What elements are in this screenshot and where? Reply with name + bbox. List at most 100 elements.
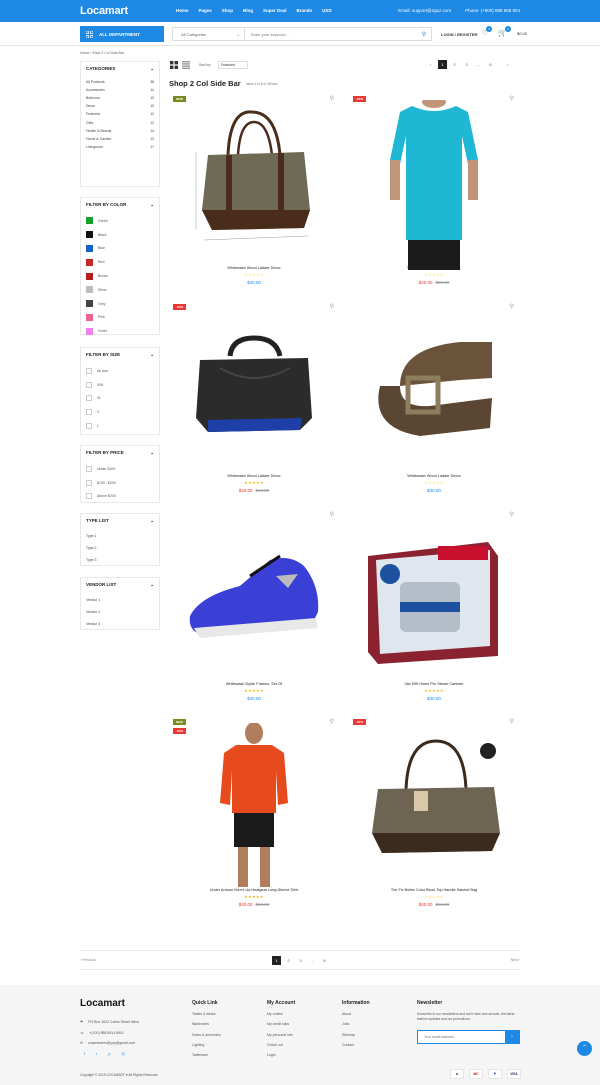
- product-image-sneaker[interactable]: [180, 516, 328, 686]
- product-card[interactable]: -10% ⚲ Whitewash Wood Ladder Decor ★★★★★…: [168, 300, 340, 500]
- product-image-belt[interactable]: [360, 308, 508, 478]
- category-item[interactable]: Decor 15: [86, 102, 154, 110]
- page-3[interactable]: 3: [296, 956, 305, 965]
- zoom-icon[interactable]: ⚲: [510, 718, 514, 725]
- checkbox[interactable]: [86, 465, 92, 472]
- login-register-link[interactable]: LOGIN / REGISTER: [441, 32, 477, 37]
- product-name[interactable]: Under Armour Men's Ua Heatgear Long-Slee…: [168, 888, 340, 892]
- product-image-black-bag[interactable]: [180, 308, 328, 478]
- category-select[interactable]: All Categories ⌄: [173, 28, 245, 40]
- list-view-icon[interactable]: [182, 61, 190, 69]
- color-option[interactable]: Green: [86, 214, 154, 228]
- checkbox[interactable]: [86, 479, 92, 486]
- footer-link[interactable]: Tables & desks: [192, 1012, 221, 1022]
- category-item[interactable]: Home & Garden 13: [86, 135, 154, 143]
- price-option[interactable]: Above $200: [86, 490, 154, 504]
- product-name[interactable]: Whitewash Wood Ladder Decor: [348, 266, 520, 270]
- twitter-icon[interactable]: t: [96, 1051, 97, 1056]
- vendor-option[interactable]: Vendor 3: [86, 618, 154, 630]
- chevron-down-icon[interactable]: ⌄: [150, 518, 154, 524]
- product-name[interactable]: The Fix Bolles Color Block Top Handle Sa…: [348, 888, 520, 892]
- category-item[interactable]: All Products 38: [86, 78, 154, 86]
- price-option[interactable]: $100 - $200: [86, 476, 154, 490]
- category-item[interactable]: Gifts 12: [86, 118, 154, 126]
- vendor-option[interactable]: Vendor 1: [86, 594, 154, 606]
- prev-page-icon[interactable]: ‹: [426, 60, 435, 69]
- next-link[interactable]: Next ›: [511, 958, 520, 962]
- page-3[interactable]: 3: [462, 60, 471, 69]
- color-option[interactable]: Grey: [86, 297, 154, 311]
- price-option[interactable]: Under $100: [86, 462, 154, 476]
- color-option[interactable]: Brown: [86, 269, 154, 283]
- page-6[interactable]: 6: [320, 956, 329, 965]
- chevron-down-icon[interactable]: ⌄: [150, 582, 154, 588]
- checkbox[interactable]: [86, 381, 92, 388]
- instagram-icon[interactable]: ◎: [121, 1051, 125, 1056]
- footer-link[interactable]: About: [342, 1012, 370, 1022]
- product-name[interactable]: Whitewash Wood Ladder Decor: [348, 474, 520, 478]
- product-card[interactable]: -10% ⚲ The Fix Bolles Color Block Top Ha…: [348, 715, 520, 915]
- product-card[interactable]: -10% ⚲ Whitewash Wood Ladder Decor ☆☆☆☆☆…: [348, 92, 520, 292]
- footer-link[interactable]: Tableware: [192, 1053, 221, 1063]
- product-name[interactable]: Whitewash Dylan Frames, Set Of: [168, 682, 340, 686]
- product-card[interactable]: ⚲ Whitewash Dylan Frames, Set Of ★★★★★ $…: [168, 508, 340, 708]
- cart-icon[interactable]: 🛒 0: [498, 26, 511, 37]
- nav-brands[interactable]: Brands: [297, 8, 313, 13]
- pinterest-icon[interactable]: p: [108, 1051, 110, 1056]
- footer-link[interactable]: Lighting: [192, 1043, 221, 1053]
- checkbox[interactable]: [86, 409, 92, 416]
- checkbox[interactable]: [86, 395, 92, 402]
- product-image-satchel-bag[interactable]: [360, 723, 508, 893]
- product-image-tshirt[interactable]: [360, 100, 508, 270]
- category-item[interactable]: Accessories 14: [86, 86, 154, 94]
- footer-link[interactable]: Jobs: [342, 1022, 370, 1032]
- color-option[interactable]: Black: [86, 228, 154, 242]
- category-item[interactable]: Featured 12: [86, 110, 154, 118]
- scroll-to-top-button[interactable]: ⌃: [577, 1041, 592, 1056]
- logo[interactable]: Locamart: [80, 5, 128, 17]
- chevron-down-icon[interactable]: ⌄: [150, 66, 154, 72]
- product-image-duffel-bag[interactable]: [180, 100, 328, 270]
- zoom-icon[interactable]: ⚲: [510, 303, 514, 310]
- nav-blog[interactable]: Blog: [243, 8, 253, 13]
- next-page-icon[interactable]: ›: [503, 60, 512, 69]
- product-name[interactable]: Whitewash Wood Ladder Decor: [168, 266, 340, 270]
- type-option[interactable]: Type 1: [86, 530, 154, 542]
- all-department-button[interactable]: ALL DEPARTMENT: [80, 26, 164, 42]
- size-option[interactable]: All size: [86, 364, 154, 378]
- chevron-down-icon[interactable]: ⌄: [150, 202, 154, 208]
- type-option[interactable]: Type 3: [86, 554, 154, 566]
- search-input[interactable]: [245, 31, 417, 37]
- product-card[interactable]: ⚲ Whitewash Wood Ladder Decor ☆☆☆☆☆ $40.…: [348, 300, 520, 500]
- nav-currency[interactable]: USD: [322, 8, 332, 13]
- product-name[interactable]: Vax 595 Home Pro Steam Canister: [348, 682, 520, 686]
- page-6[interactable]: 6: [486, 60, 495, 69]
- subscribe-arrow-icon[interactable]: ›: [505, 1031, 519, 1043]
- size-option[interactable]: L: [86, 419, 154, 433]
- size-option[interactable]: S/M: [86, 378, 154, 392]
- product-image-mens-shirt[interactable]: [180, 723, 328, 893]
- footer-link[interactable]: My credit slips: [267, 1022, 295, 1032]
- search-icon[interactable]: ⚲: [417, 31, 431, 38]
- footer-link[interactable]: Check out: [267, 1043, 295, 1053]
- color-option[interactable]: Red: [86, 255, 154, 269]
- zoom-icon[interactable]: ⚲: [330, 511, 334, 518]
- type-option[interactable]: Type 2: [86, 542, 154, 554]
- page-1[interactable]: 1: [272, 956, 281, 965]
- product-image-humidifier-box[interactable]: [360, 516, 508, 686]
- color-option[interactable]: Violet: [86, 324, 154, 338]
- checkbox[interactable]: [86, 367, 92, 374]
- footer-link[interactable]: Contact: [342, 1043, 370, 1053]
- size-option[interactable]: X: [86, 405, 154, 419]
- facebook-icon[interactable]: f: [84, 1051, 85, 1056]
- footer-link[interactable]: Login: [267, 1053, 295, 1063]
- zoom-icon[interactable]: ⚲: [330, 303, 334, 310]
- page-2[interactable]: 2: [284, 956, 293, 965]
- product-name[interactable]: Whitewash Wood Ladder Decor: [168, 474, 340, 478]
- product-card[interactable]: NEW ⚲ Whitewash Wood Ladder Decor ☆☆☆☆☆ …: [168, 92, 340, 292]
- nav-home[interactable]: Home: [176, 8, 189, 13]
- zoom-icon[interactable]: ⚲: [330, 718, 334, 725]
- footer-link[interactable]: My orders: [267, 1012, 295, 1022]
- footer-logo[interactable]: Locamart: [80, 998, 125, 1009]
- color-option[interactable]: Silver: [86, 283, 154, 297]
